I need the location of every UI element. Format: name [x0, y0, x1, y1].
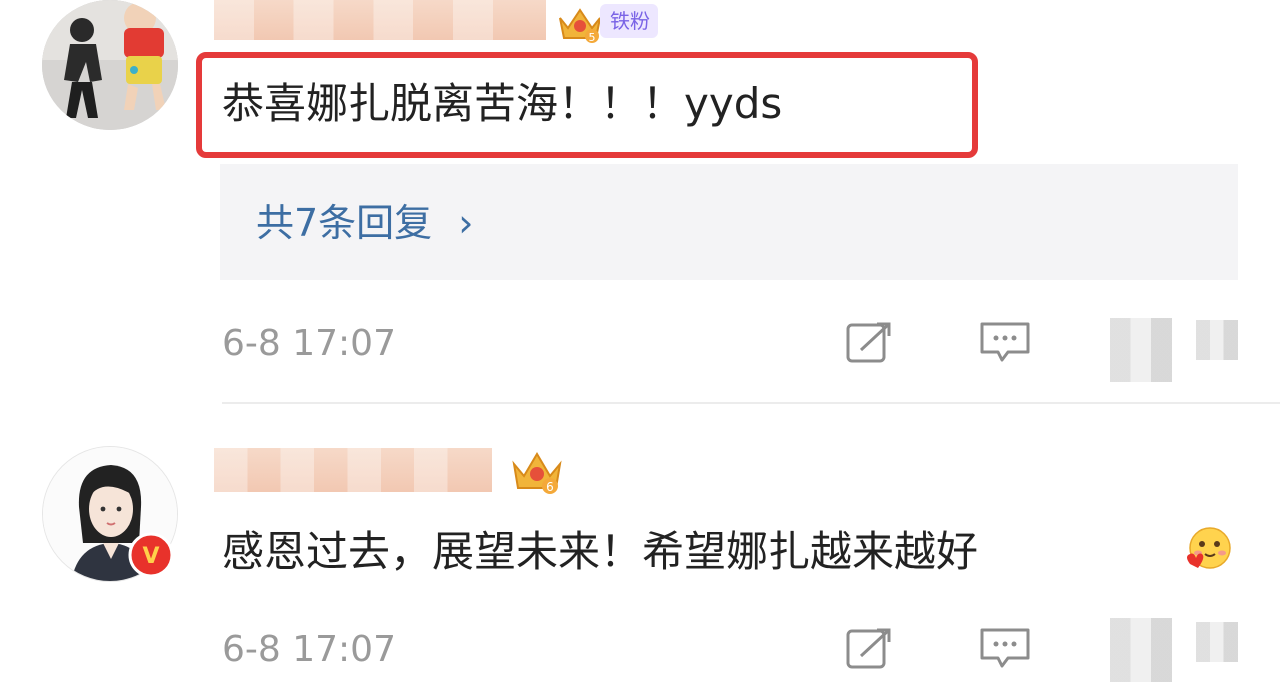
crown-level-label: 6 — [546, 480, 554, 494]
crown-icon: 6 — [508, 448, 566, 496]
crown-level-label: 5 — [589, 31, 596, 44]
highlight-box — [196, 52, 978, 158]
view-replies-link[interactable]: 共7条回复 › — [256, 200, 473, 246]
comment-timestamp: 6-8 17:07 — [222, 323, 396, 364]
like-count-redacted — [1196, 622, 1238, 662]
crown-icon: 5 — [554, 4, 606, 44]
like-count-redacted — [1196, 320, 1238, 360]
like-icon-redacted[interactable] — [1110, 618, 1172, 682]
username-redacted[interactable] — [214, 448, 492, 492]
fan-badge: 铁粉 — [600, 4, 658, 38]
username-redacted[interactable] — [214, 0, 546, 40]
blush-hug-emoji-icon — [1184, 524, 1234, 576]
comment-timestamp: 6-8 17:07 — [222, 629, 396, 670]
verified-mark: V — [142, 544, 159, 569]
comment-list: 5 铁粉 恭喜娜扎脱离苦海！！！yyds 共7条回复 › 6-8 17:07 V… — [0, 0, 1280, 698]
comment-icon[interactable] — [978, 320, 1034, 366]
replies-panel[interactable]: 共7条回复 › — [220, 164, 1238, 280]
divider — [222, 402, 1280, 404]
share-icon[interactable] — [845, 320, 895, 366]
share-icon[interactable] — [845, 626, 895, 672]
verified-badge: V — [128, 532, 174, 578]
chevron-right-icon: › — [458, 201, 474, 245]
avatar-cartoon-character[interactable] — [42, 0, 178, 130]
comment-text: 感恩过去，展望未来！希望娜扎越来越好 — [222, 527, 979, 576]
replies-count-label: 共7条回复 — [256, 201, 433, 245]
like-icon-redacted[interactable] — [1110, 318, 1172, 382]
comment-icon[interactable] — [978, 626, 1034, 672]
